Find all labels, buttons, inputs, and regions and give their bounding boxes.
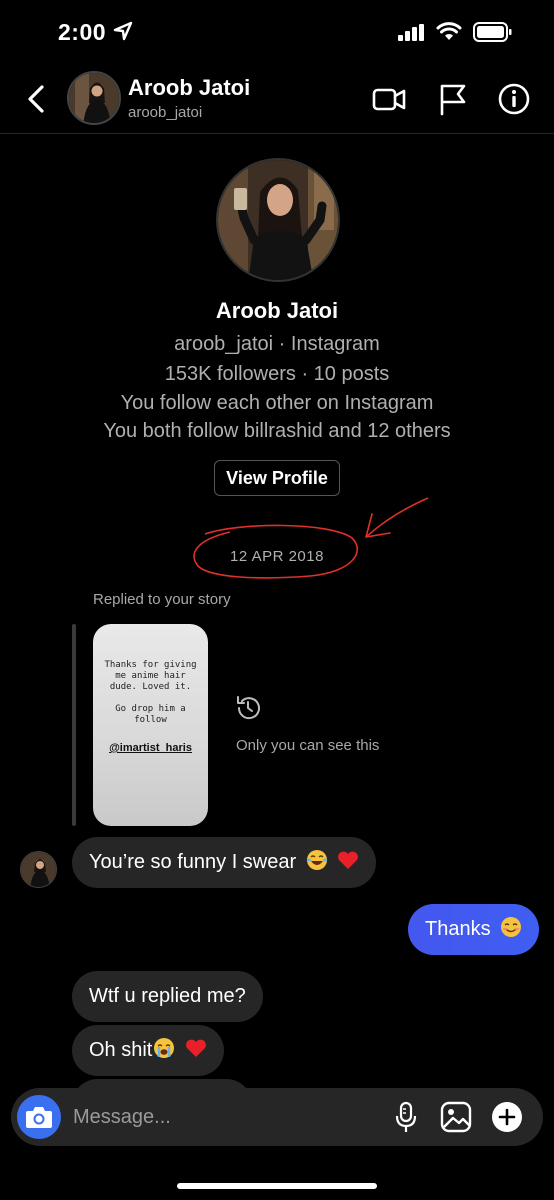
history-icon [237,696,260,720]
profile-name: Aroob Jatoi [215,298,339,323]
message-input[interactable] [73,1088,373,1146]
crying-emoji-icon [154,1038,175,1058]
red-heart-icon [338,851,359,869]
camera-icon [26,1107,52,1128]
header-username[interactable]: aroob_jatoi [128,104,202,121]
profile-mutual-friends-line: You both follow billrashid and 12 others [103,420,451,442]
red-heart-icon [186,1039,206,1057]
home-indicator[interactable] [177,1183,377,1189]
status-bar: 2:00 [0,0,554,64]
view-profile-button[interactable]: View Profile [214,460,340,496]
thread-date: 12 APR 2018 [230,548,324,565]
signal-icon [398,24,424,41]
story-thumbnail[interactable]: Thanks for giving me anime hair dude. Lo… [93,624,208,826]
message-bubble[interactable]: Wtf u replied me? [72,971,263,1022]
only-you-label: Only you can see this [236,737,380,754]
message-text: You’re so funny I swear [89,851,297,873]
avatar[interactable] [67,71,121,125]
replied-to-story-label: Replied to your story [93,591,231,608]
status-time: 2:00 [58,19,107,45]
profile-stats-line: 153K followers · 10 posts [164,363,390,385]
battery-icon [473,22,512,42]
message-bubble-outgoing[interactable]: Thanks [408,904,540,955]
avatar[interactable] [20,851,57,888]
wifi-icon [436,22,462,40]
profile-username-line: aroob_jatoi · Instagram [174,333,380,355]
story-text: Thanks for giving me anime hair dude. Lo… [104,660,197,725]
message-text: Oh shit [89,1039,153,1061]
gallery-icon[interactable] [439,1100,473,1134]
laughing-emoji-icon [306,850,327,870]
profile-mutual-follow-line: You follow each other on Instagram [120,392,434,414]
profile-avatar[interactable] [216,158,340,282]
message-composer [11,1088,543,1146]
camera-button[interactable] [17,1095,61,1139]
story-mention: @imartist_haris [109,742,192,754]
story-reply-bar [72,624,76,826]
video-call-icon[interactable] [371,82,407,116]
message-bubble[interactable]: Oh shit [72,1025,224,1076]
message-text: Thanks [425,918,491,940]
message-text: Wtf u replied me? [89,985,246,1007]
smiling-emoji-icon [501,917,522,937]
back-chevron-icon[interactable] [22,82,52,116]
chat-header: Aroob Jatoi aroob_jatoi [0,64,554,134]
location-arrow-icon [113,21,133,41]
header-name[interactable]: Aroob Jatoi [128,75,250,101]
plus-icon[interactable] [490,1100,524,1134]
microphone-icon[interactable] [389,1100,423,1134]
message-bubble[interactable]: You’re so funny I swear [72,837,377,888]
info-icon[interactable] [496,82,532,116]
flag-icon[interactable] [435,82,471,116]
